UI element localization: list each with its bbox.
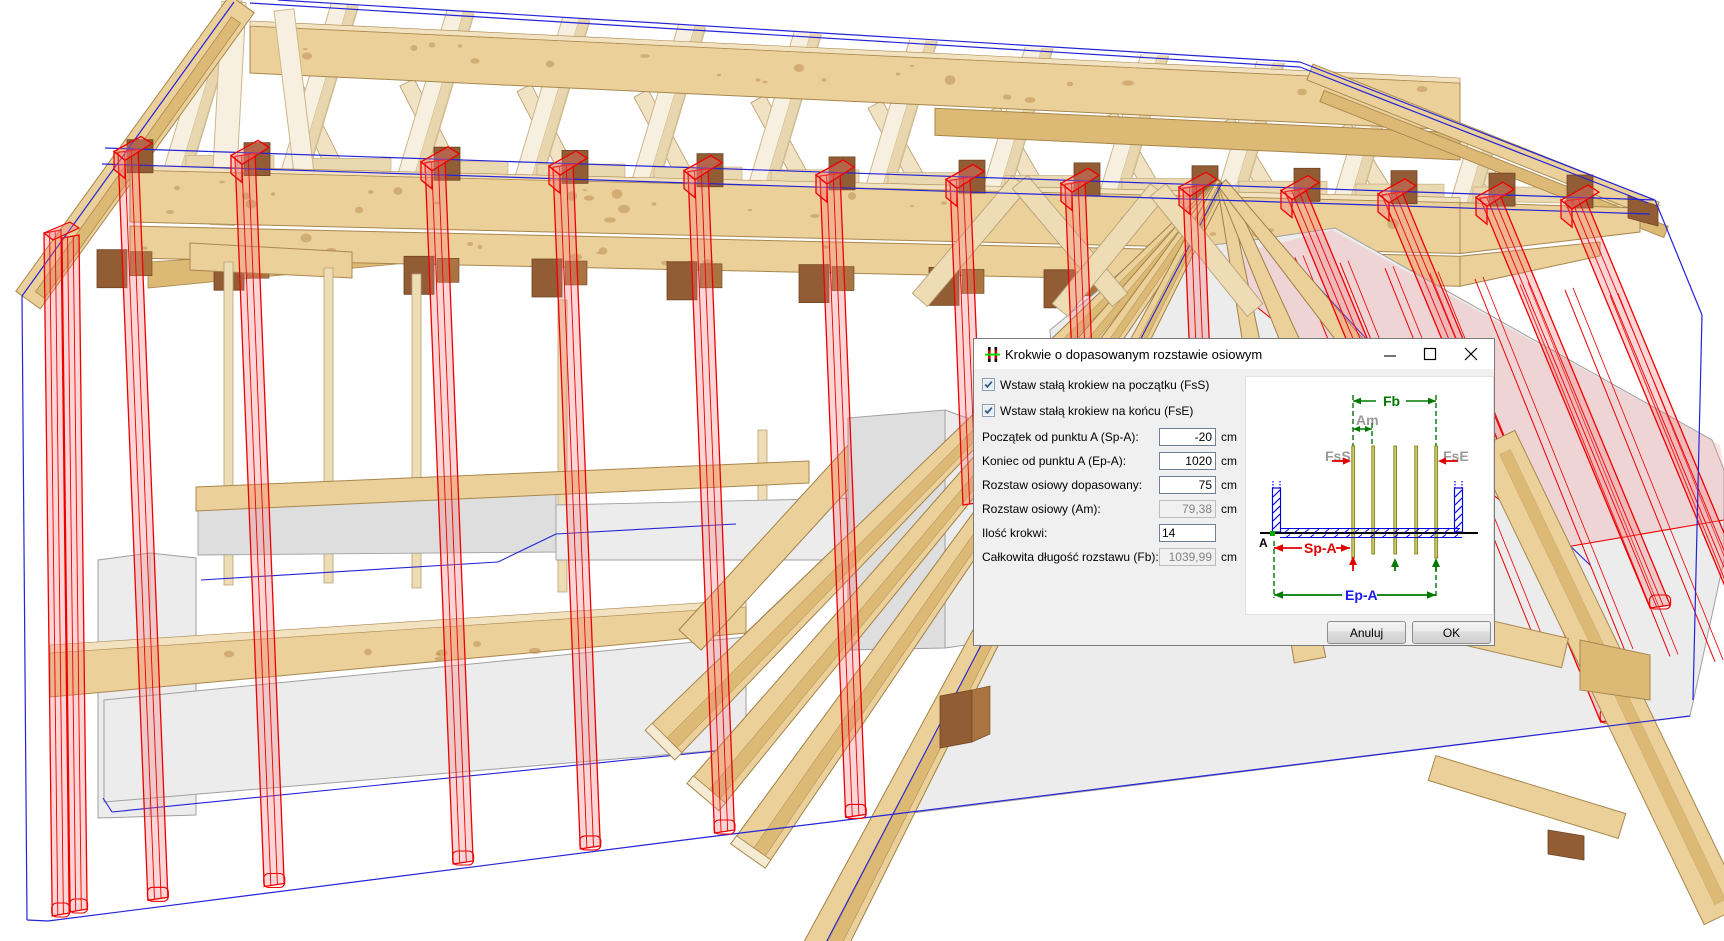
svg-text:A: A bbox=[1259, 536, 1268, 550]
svg-text:Fb: Fb bbox=[1383, 393, 1400, 409]
svg-text:Sp-A: Sp-A bbox=[1304, 540, 1337, 556]
svg-text:Am: Am bbox=[1356, 412, 1379, 428]
svg-text:Ep-A: Ep-A bbox=[1345, 587, 1378, 603]
